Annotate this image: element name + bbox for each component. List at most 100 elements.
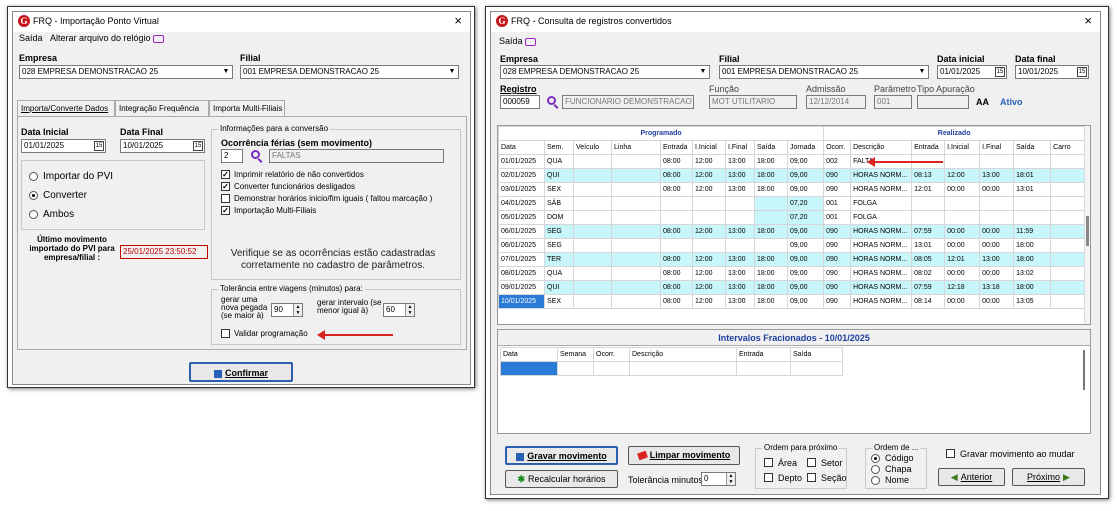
table-cell[interactable]: 11:59 — [1013, 224, 1052, 239]
table-cell[interactable]: SÁB — [544, 196, 574, 211]
empresa-select[interactable]: 028 EMPRESA DEMONSTRACAO 25 ▼ — [19, 65, 233, 79]
table-cell[interactable] — [611, 196, 661, 211]
table-cell[interactable]: HORAS NORM... — [850, 266, 913, 281]
table-row[interactable]: 09/01/2025 QUI 08:00 12:00 13:00 18:00 09,00 09… — [498, 280, 1086, 295]
vertical-scrollbar[interactable] — [1084, 126, 1090, 324]
table-cell[interactable]: SEG — [544, 238, 574, 253]
table-cell[interactable]: SEX — [544, 294, 574, 309]
table-cell[interactable] — [573, 196, 612, 211]
table-cell[interactable]: 00:00 — [944, 294, 981, 309]
spinner-icon[interactable]: ▲ ▼ — [726, 473, 735, 485]
column-header[interactable]: Data — [498, 140, 545, 155]
table-cell[interactable]: 12:00 — [692, 266, 726, 281]
table-cell[interactable]: 090 — [823, 238, 852, 253]
spinner-icon[interactable]: ▲ ▼ — [405, 304, 414, 316]
table-cell[interactable] — [611, 294, 661, 309]
table-cell[interactable]: 09,00 — [786, 238, 825, 253]
anterior-button[interactable]: ◀ Anterior — [938, 468, 1005, 486]
table-cell[interactable]: HORAS NORM... — [850, 182, 913, 197]
column-header[interactable]: Entrada — [660, 140, 693, 155]
table-cell[interactable] — [611, 280, 661, 295]
table-cell[interactable]: QUI — [544, 168, 574, 183]
table-cell[interactable]: 090 — [823, 280, 852, 295]
table-cell[interactable] — [1050, 154, 1086, 169]
table-cell[interactable]: 09,00 — [786, 252, 825, 267]
table-cell[interactable] — [754, 196, 788, 211]
table-cell[interactable]: QUA — [544, 154, 574, 169]
table-cell[interactable]: 08:13 — [911, 168, 946, 183]
data-inicial-field[interactable]: 01/01/2025 15 — [937, 65, 1007, 79]
table-cell[interactable]: 09,00 — [786, 280, 825, 295]
table-cell[interactable]: 00:00 — [979, 224, 1015, 239]
table-cell[interactable] — [611, 182, 661, 197]
table-cell[interactable]: 18:00 — [754, 266, 788, 281]
table-cell[interactable]: 10/01/2025 — [498, 294, 545, 309]
table-cell[interactable] — [573, 252, 612, 267]
check-secao[interactable] — [807, 473, 816, 482]
radio-importar[interactable] — [29, 172, 38, 181]
table-cell[interactable] — [573, 266, 612, 281]
table-cell[interactable]: 13:00 — [725, 154, 755, 169]
table-cell[interactable] — [611, 252, 661, 267]
radio-chapa[interactable] — [871, 465, 880, 474]
confirmar-button[interactable]: Confirmar — [189, 362, 293, 382]
column-header[interactable]: Saída — [1013, 140, 1052, 155]
intervalos-row[interactable] — [500, 361, 843, 376]
table-cell[interactable]: 13:05 — [1013, 294, 1052, 309]
table-cell[interactable]: 18:00 — [754, 280, 788, 295]
table-cell[interactable]: 13:00 — [725, 294, 755, 309]
table-cell[interactable]: 001 — [823, 210, 852, 225]
tolerancia-input[interactable]: 0 ▲ ▼ — [701, 472, 736, 486]
limpar-movimento-button[interactable]: Limpar movimento — [628, 446, 740, 465]
table-row[interactable]: 01/01/2025 QUA 08:00 12:00 13:00 18:00 09,00 00… — [498, 154, 1086, 169]
table-row[interactable]: 04/01/2025 SÁB 07,20 001 FOLGA — [498, 196, 1086, 211]
table-cell[interactable] — [754, 238, 788, 253]
data-inicial-field[interactable]: 01/01/2025 15 — [21, 139, 106, 153]
table-cell[interactable] — [1013, 196, 1052, 211]
table-cell[interactable]: FOLGA — [850, 210, 913, 225]
table-cell[interactable]: TER — [544, 252, 574, 267]
column-header[interactable]: I.Final — [979, 140, 1015, 155]
table-cell[interactable] — [1050, 266, 1086, 281]
table-cell[interactable] — [692, 238, 726, 253]
table-cell[interactable]: 09,00 — [786, 294, 825, 309]
table-cell[interactable]: HORAS NORM... — [850, 280, 913, 295]
table-cell[interactable]: DOM — [544, 210, 574, 225]
table-cell[interactable]: HORAS NORM... — [850, 238, 913, 253]
check-area[interactable] — [764, 458, 773, 467]
table-cell[interactable] — [725, 238, 755, 253]
table-cell[interactable] — [979, 210, 1015, 225]
column-header[interactable]: Saída — [754, 140, 788, 155]
table-row[interactable]: 03/01/2025 SEX 08:00 12:00 13:00 18:00 09,00 09… — [498, 182, 1086, 197]
table-cell[interactable]: 090 — [823, 224, 852, 239]
column-header[interactable]: Linha — [611, 140, 661, 155]
intervalos-cell-selected[interactable] — [500, 361, 558, 376]
table-cell[interactable]: 03/01/2025 — [498, 182, 545, 197]
table-cell[interactable]: 18:00 — [754, 168, 788, 183]
table-cell[interactable] — [692, 210, 726, 225]
tab-importa-converte[interactable]: Importa/Converte Dados — [17, 100, 115, 116]
table-cell[interactable]: 12:01 — [911, 182, 946, 197]
table-cell[interactable]: 09,00 — [786, 168, 825, 183]
table-cell[interactable] — [573, 168, 612, 183]
table-cell[interactable]: HORAS NORM... — [850, 224, 913, 239]
table-cell[interactable]: 12:00 — [944, 168, 981, 183]
table-cell[interactable] — [979, 154, 1015, 169]
table-cell[interactable] — [1050, 182, 1086, 197]
close-button[interactable]: × — [454, 13, 462, 28]
table-cell[interactable]: 08:00 — [660, 280, 693, 295]
table-cell[interactable] — [1050, 280, 1086, 295]
table-cell[interactable] — [1050, 294, 1086, 309]
table-cell[interactable]: 090 — [823, 266, 852, 281]
table-cell[interactable]: 00:00 — [979, 266, 1015, 281]
movimentos-grid[interactable]: Programado Realizado Data Sem. Veículo Linh… — [497, 125, 1091, 325]
table-cell[interactable] — [1013, 210, 1052, 225]
table-cell[interactable]: 04/01/2025 — [498, 196, 545, 211]
tab-importa-multi-filiais[interactable]: Importa Multi-Filiais — [209, 100, 285, 116]
table-cell[interactable] — [573, 154, 612, 169]
table-cell[interactable]: 18:00 — [754, 252, 788, 267]
table-cell[interactable]: 07,20 — [786, 196, 825, 211]
intervalos-cell[interactable] — [593, 361, 630, 376]
table-cell[interactable]: 13:02 — [1013, 266, 1052, 281]
table-cell[interactable]: 13:00 — [979, 168, 1015, 183]
